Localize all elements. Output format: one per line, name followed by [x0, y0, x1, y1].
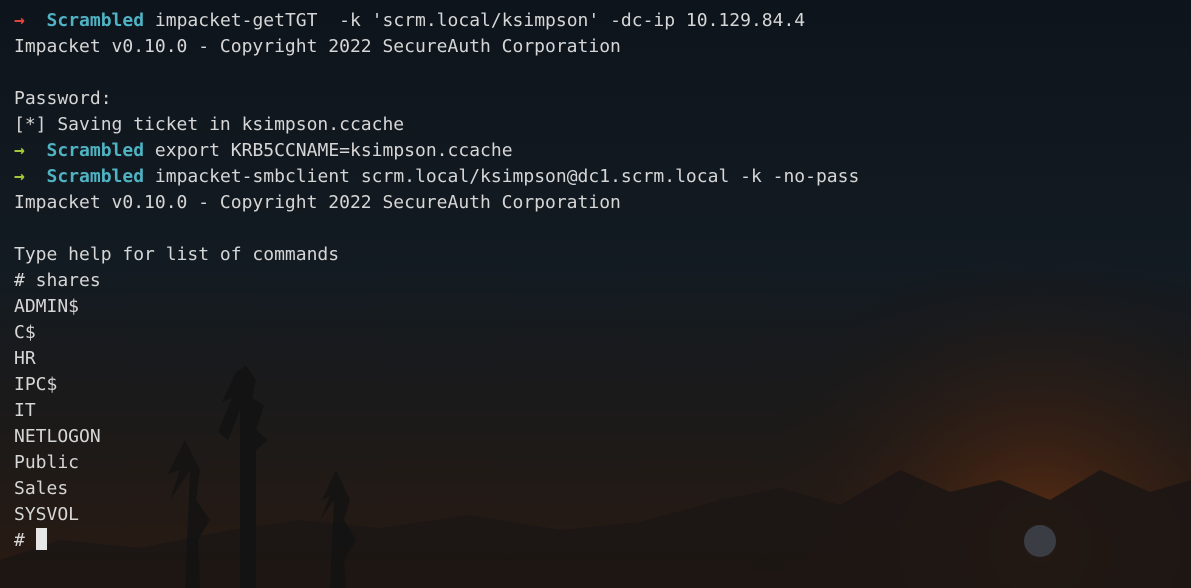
output-line: [*] Saving ticket in ksimpson.ccache	[14, 114, 405, 135]
output-line: HR	[14, 348, 36, 369]
prompt-hostname: Scrambled	[46, 10, 145, 31]
output-line: Public	[14, 452, 80, 473]
command-text: export KRB5CCNAME=ksimpson.ccache	[154, 140, 513, 161]
command-text: impacket-smbclient scrm.local/ksimpson@d…	[154, 166, 860, 187]
output-line: SYSVOL	[14, 504, 80, 525]
prompt-arrow-fail-icon: →	[14, 10, 25, 31]
output-line: Impacket v0.10.0 - Copyright 2022 Secure…	[14, 192, 621, 213]
output-line: IT	[14, 400, 36, 421]
output-line: IPC$	[14, 374, 58, 395]
prompt-arrow-ok-icon: →	[14, 140, 25, 161]
prompt-arrow-ok-icon: →	[14, 166, 25, 187]
shell-prompt: #	[14, 530, 36, 551]
input-line: #	[14, 528, 1174, 554]
text-cursor	[35, 528, 47, 550]
output-line: Sales	[14, 478, 69, 499]
prompt-line: → Scrambled impacket-smbclient scrm.loca…	[14, 164, 1174, 190]
output-line: C$	[14, 322, 36, 343]
prompt-line: → Scrambled export KRB5CCNAME=ksimpson.c…	[14, 138, 1174, 164]
output-line: # shares	[14, 270, 101, 291]
output-line: ADMIN$	[14, 296, 80, 317]
prompt-line: → Scrambled impacket-getTGT -k 'scrm.loc…	[14, 8, 1174, 34]
prompt-hostname: Scrambled	[46, 166, 145, 187]
prompt-hostname: Scrambled	[46, 140, 145, 161]
output-line: Impacket v0.10.0 - Copyright 2022 Secure…	[14, 36, 621, 57]
output-line: Password:	[14, 88, 112, 109]
output-line: Type help for list of commands	[14, 244, 340, 265]
output-line: NETLOGON	[14, 426, 101, 447]
command-text: impacket-getTGT -k 'scrm.local/ksimpson'…	[154, 10, 806, 31]
terminal-window[interactable]: → Scrambled impacket-getTGT -k 'scrm.loc…	[14, 8, 1174, 554]
